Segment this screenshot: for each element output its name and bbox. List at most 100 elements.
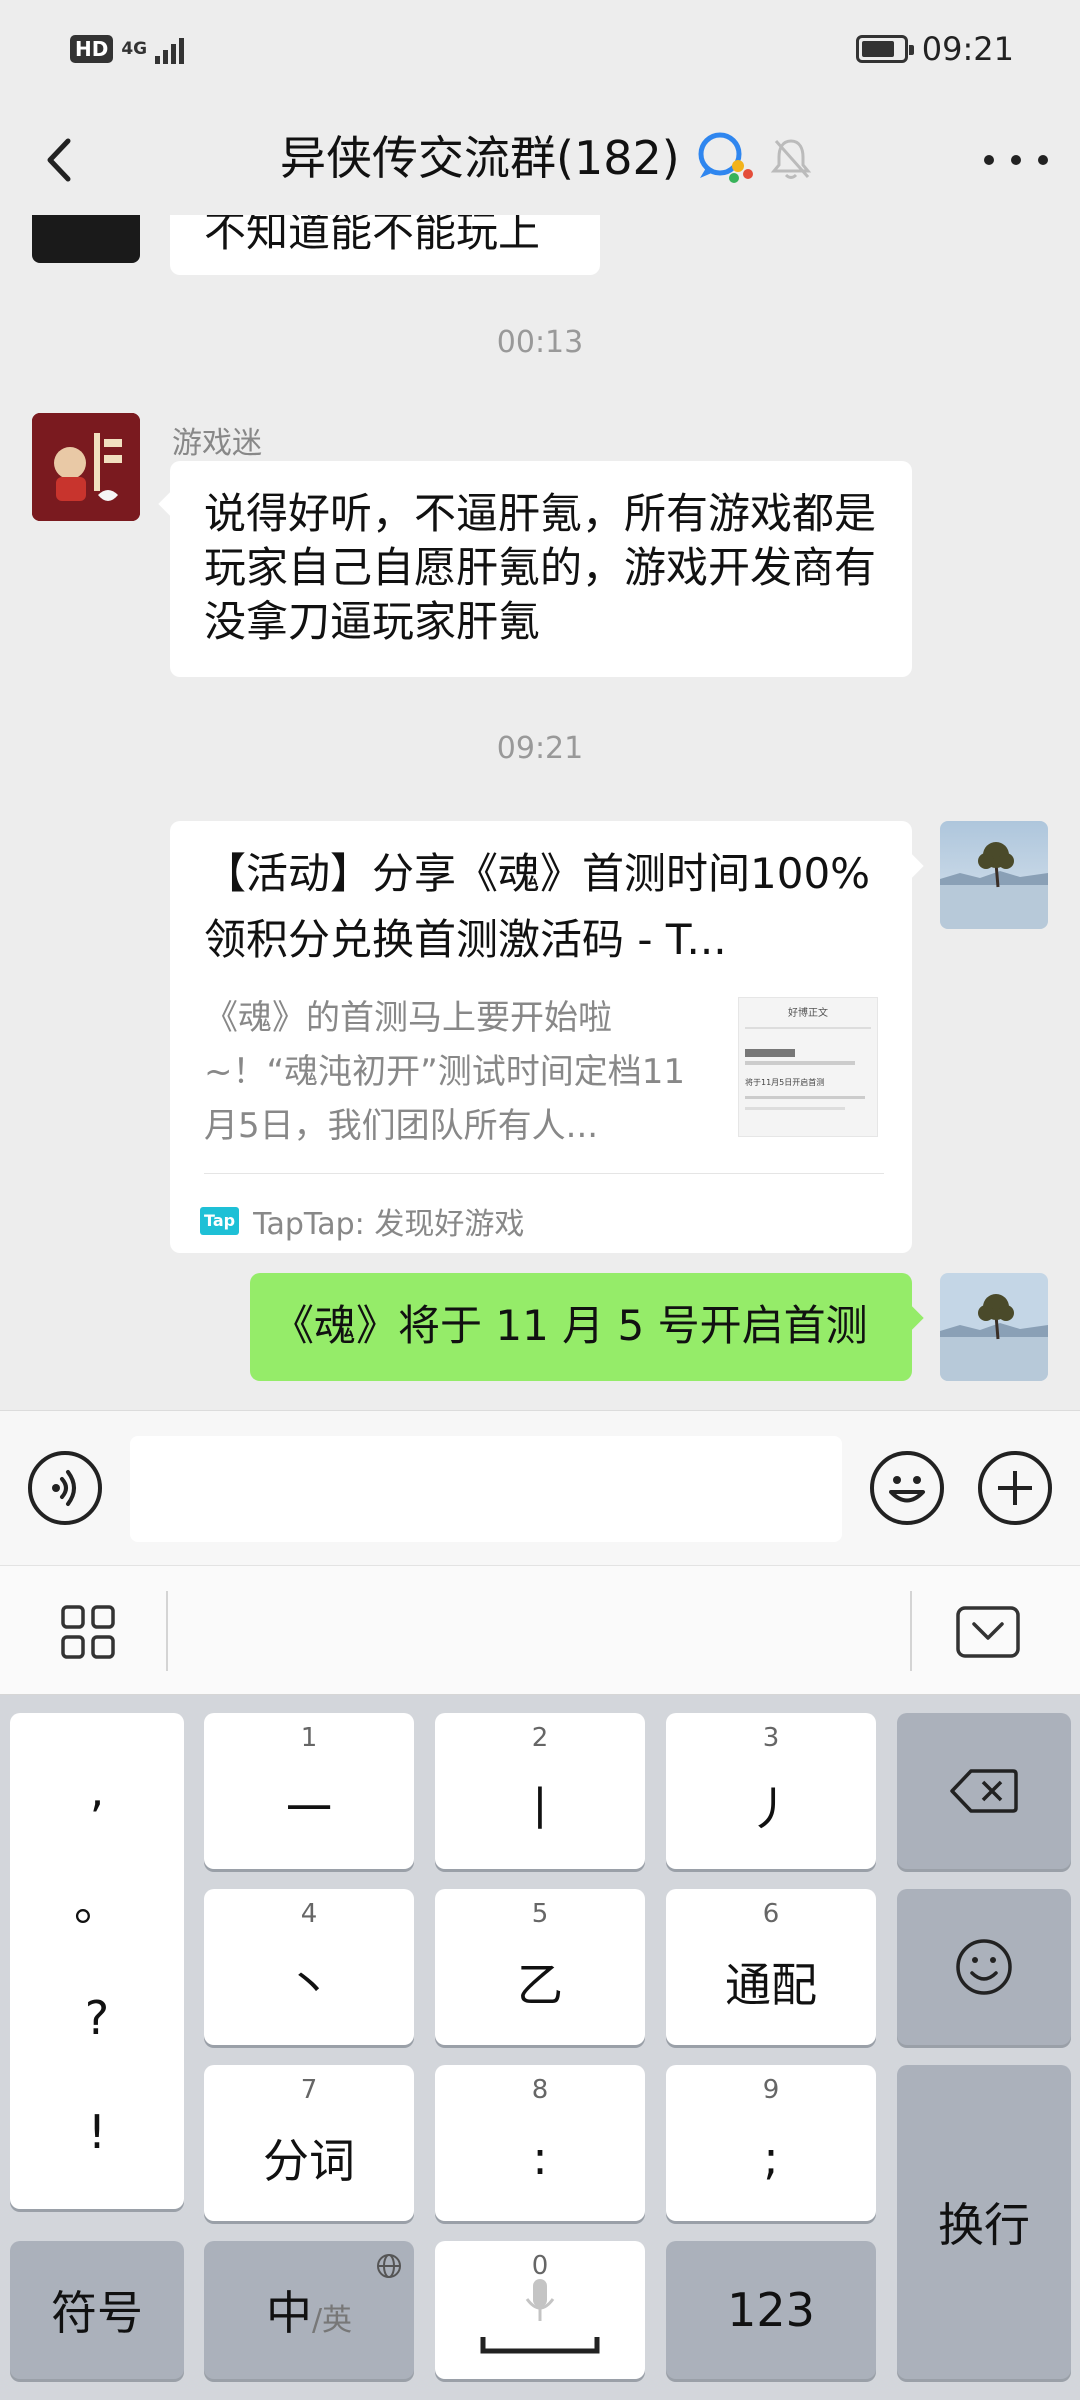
status-bar: HD 4G 09:21 xyxy=(0,0,1080,105)
symbols-label: 符号 xyxy=(51,2286,143,2340)
key-8[interactable]: 8 : xyxy=(435,2065,645,2221)
ime-toolbar xyxy=(0,1565,1080,1695)
network-type: 4G xyxy=(121,39,148,59)
avatar-previous[interactable] xyxy=(32,215,140,263)
timestamp: 00:13 xyxy=(496,325,584,360)
key-label: 乙 xyxy=(517,1958,563,2012)
link-card-source: Tap TapTap: 发现好游戏 xyxy=(200,1199,524,1243)
chat-header: 异侠传交流群(182) xyxy=(0,105,1080,215)
thumb-line: 将于11月5日开启首测 xyxy=(745,1078,825,1087)
key-number: 3 xyxy=(762,1723,780,1753)
key-number: 7 xyxy=(300,2075,318,2105)
chat-title-group: 异侠传交流群(182) xyxy=(280,125,812,191)
status-right: 09:21 xyxy=(855,30,1014,68)
voice-icon xyxy=(52,1470,76,1506)
mute-bell-icon xyxy=(770,139,811,179)
link-card-source-label: TapTap: 发现好游戏 xyxy=(253,1207,525,1242)
key-label: 丶 xyxy=(286,1958,332,2012)
key-label: 丨 xyxy=(517,1782,563,1836)
back-button[interactable] xyxy=(30,127,90,193)
lang-main-label: 中 xyxy=(265,2286,312,2340)
key-period[interactable]: 。 xyxy=(74,1874,120,1934)
more-options-button[interactable] xyxy=(984,135,1048,185)
plus-icon xyxy=(998,1471,1032,1505)
key-number: 6 xyxy=(762,1899,780,1929)
avatar-youxi-mi[interactable] xyxy=(32,413,140,521)
chat-area[interactable]: 不知道能不能玩上 00:13 游戏迷 说得好听，不逼肝氪，所有游戏都是玩家自己自… xyxy=(0,215,1080,1410)
symbols-key[interactable]: 符号 xyxy=(10,2241,184,2379)
backspace-icon xyxy=(950,1769,1018,1813)
status-time: 09:21 xyxy=(921,30,1014,68)
key-3[interactable]: 3 丿 xyxy=(666,1713,876,1869)
avatar-self[interactable] xyxy=(940,821,1048,929)
globe-icon xyxy=(377,2254,401,2278)
avatar-self[interactable] xyxy=(940,1273,1048,1381)
key-label: 通配 xyxy=(725,1958,817,2012)
input-bar xyxy=(0,1410,1080,1565)
link-card[interactable]: 【活动】分享《魂》首测时间100%领积分兑换首测激活码 - T... 《魂》的首… xyxy=(170,821,924,1253)
key-exclamation[interactable]: ! xyxy=(88,2102,106,2162)
grid-menu-icon xyxy=(61,1605,115,1659)
key-number: 1 xyxy=(300,1723,318,1753)
numbers-label: 123 xyxy=(727,2283,815,2337)
key-label: 丿 xyxy=(748,1782,794,1836)
key-4[interactable]: 4 丶 xyxy=(204,1889,414,2045)
avatar-image xyxy=(32,413,140,521)
sender-name: 游戏迷 xyxy=(172,426,262,461)
key-6[interactable]: 6 通配 xyxy=(666,1889,876,2045)
status-left: HD 4G xyxy=(70,34,185,64)
keyboard-collapse-icon xyxy=(956,1606,1020,1658)
enter-key[interactable]: 换行 xyxy=(897,2065,1071,2379)
link-card-thumbnail: 好博正文 将于11月5日开启首测 xyxy=(738,997,878,1137)
key-question[interactable]: ? xyxy=(85,1988,109,2048)
key-2[interactable]: 2 丨 xyxy=(435,1713,645,1869)
key-number: 2 xyxy=(531,1723,549,1753)
punctuation-key-column[interactable]: , 。 ? ! xyxy=(10,1713,184,2209)
link-card-description: 《魂》的首测马上要开始啦~！“魂沌初开”测试时间定档11月5日，我们团队所有人.… xyxy=(204,998,685,1146)
message-bubble-self[interactable]: 《魂》将于 11 月 5 号开启首测 xyxy=(250,1273,924,1381)
message-text: 说得好听，不逼肝氪，所有游戏都是玩家自己自愿肝氪的，游戏开发商有没拿刀逼玩家肝氪 xyxy=(204,489,877,646)
key-1[interactable]: 1 一 xyxy=(204,1713,414,1869)
signal-icon xyxy=(155,34,185,64)
space-bar-icon xyxy=(480,2337,600,2354)
ime-menu-button[interactable] xyxy=(60,1604,116,1660)
microphone-icon xyxy=(525,2279,555,2321)
space-key[interactable]: 0 xyxy=(435,2241,645,2379)
chat-title: 异侠传交流群(182) xyxy=(280,131,680,185)
language-switch-key[interactable]: 中/英 xyxy=(204,2241,414,2379)
key-number: 4 xyxy=(300,1899,318,1929)
numbers-key[interactable]: 123 xyxy=(666,2241,876,2379)
thumb-heading: 好博正文 xyxy=(788,1008,828,1019)
message-input[interactable] xyxy=(130,1436,842,1542)
emoji-button[interactable] xyxy=(870,1451,944,1525)
message-bubble-previous[interactable]: 不知道能不能玩上 xyxy=(170,215,600,275)
key-9[interactable]: 9 ; xyxy=(666,2065,876,2221)
key-number: 9 xyxy=(762,2075,780,2105)
message-bubble[interactable]: 说得好听，不逼肝氪，所有游戏都是玩家自己自愿肝氪的，游戏开发商有没拿刀逼玩家肝氪 xyxy=(158,461,912,677)
wecom-group-icon xyxy=(698,132,753,183)
backspace-key[interactable] xyxy=(897,1713,1071,1869)
link-card-title: 【活动】分享《魂》首测时间100%领积分兑换首测激活码 - T... xyxy=(204,849,871,964)
keyboard: , 。 ? ! 1 一 2 丨 3 丿 4 丶 5 乙 6 通配 7 分词 8 … xyxy=(0,1695,1080,2400)
voice-input-button[interactable] xyxy=(28,1451,102,1525)
battery-icon xyxy=(855,35,914,63)
key-5[interactable]: 5 乙 xyxy=(435,1889,645,2045)
emoji-icon xyxy=(889,1476,925,1503)
message-text: 不知道能不能玩上 xyxy=(204,215,541,256)
more-functions-button[interactable] xyxy=(978,1451,1052,1525)
key-comma[interactable]: , xyxy=(90,1760,105,1820)
key-number: 8 xyxy=(531,2075,549,2105)
message-text: 《魂》将于 11 月 5 号开启首测 xyxy=(272,1301,868,1350)
key-7[interactable]: 7 分词 xyxy=(204,2065,414,2221)
avatar-lake-tree-image xyxy=(940,1273,1048,1381)
timestamp: 09:21 xyxy=(496,731,584,766)
lang-alt-label: /英 xyxy=(311,2303,353,2338)
key-label: 一 xyxy=(286,1782,332,1836)
taptap-icon: Tap xyxy=(200,1207,240,1235)
key-label: 分词 xyxy=(263,2134,355,2188)
avatar-lake-tree-image xyxy=(940,821,1048,929)
hide-keyboard-button[interactable] xyxy=(956,1606,1020,1658)
emoji-key[interactable] xyxy=(897,1889,1071,2045)
chevron-left-icon xyxy=(47,138,71,182)
key-number: 5 xyxy=(531,1899,549,1929)
